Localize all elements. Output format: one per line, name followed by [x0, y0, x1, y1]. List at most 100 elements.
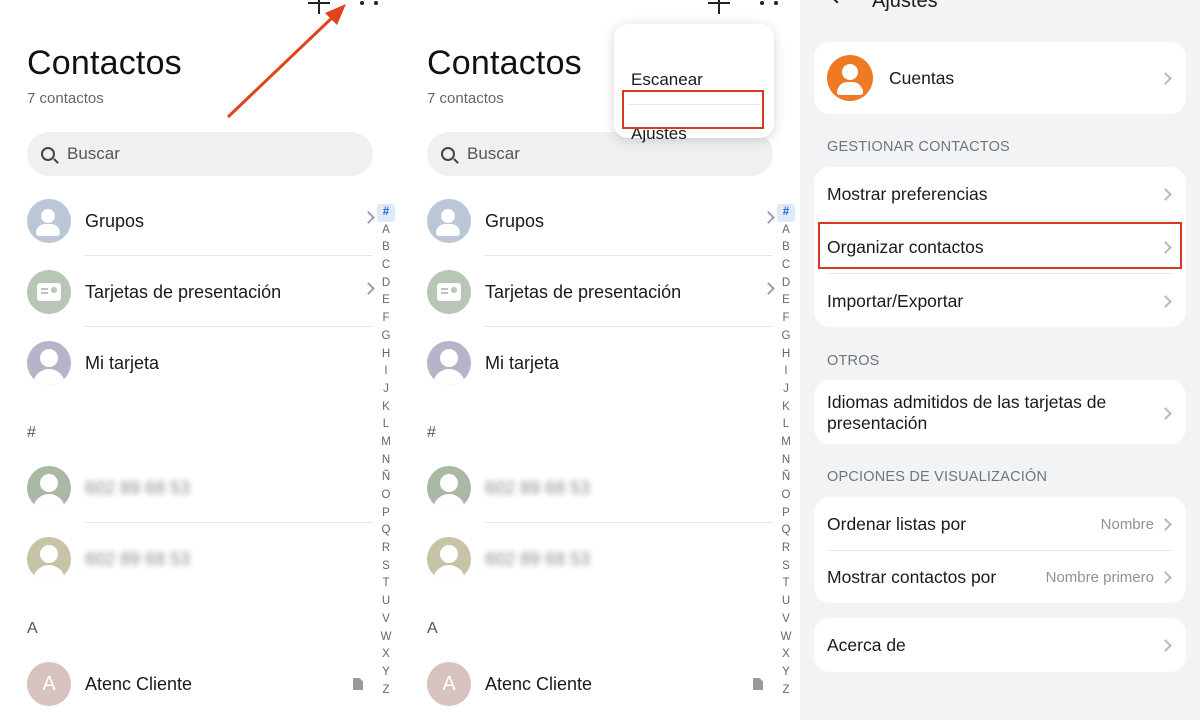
settings-item-show-contacts-by[interactable]: Mostrar contactos por Nombre primero [827, 564, 1172, 590]
index-letter[interactable]: G [777, 328, 795, 346]
list-item-business-cards[interactable]: Tarjetas de presentación [427, 269, 775, 315]
index-letter[interactable]: M [377, 434, 395, 452]
index-letter[interactable]: K [777, 399, 795, 417]
search-input[interactable]: Buscar [427, 132, 773, 176]
index-letter[interactable]: N [777, 452, 795, 470]
index-letter[interactable]: E [377, 292, 395, 310]
index-letter[interactable]: J [777, 381, 795, 399]
index-letter[interactable]: Z [777, 682, 795, 700]
annotation-arrow [226, 4, 346, 119]
index-letter[interactable]: C [377, 257, 395, 275]
index-letter[interactable]: W [777, 629, 795, 647]
index-letter[interactable]: F [777, 310, 795, 328]
settings-item-display-preferences[interactable]: Mostrar preferencias [827, 181, 1172, 207]
settings-item-label: Mostrar preferencias [827, 183, 988, 204]
index-letter[interactable]: F [377, 310, 395, 328]
index-letter[interactable]: X [777, 646, 795, 664]
settings-item-accounts[interactable]: Cuentas [827, 55, 1172, 101]
contact-row[interactable]: 602 89 68 53 [427, 465, 773, 511]
index-letter[interactable]: R [777, 540, 795, 558]
contact-name: 602 89 68 53 [85, 477, 191, 498]
avatar [427, 341, 471, 385]
index-letter[interactable]: W [377, 629, 395, 647]
index-letter[interactable]: V [777, 611, 795, 629]
index-letter[interactable]: G [377, 328, 395, 346]
index-letter[interactable]: V [377, 611, 395, 629]
index-letter[interactable]: P [377, 505, 395, 523]
index-letter[interactable]: H [377, 346, 395, 364]
index-letter[interactable]: R [377, 540, 395, 558]
list-item-groups[interactable]: Grupos [427, 198, 775, 244]
contact-row[interactable]: A Atenc Cliente [427, 661, 773, 707]
search-input[interactable]: Buscar [27, 132, 373, 176]
back-arrow-icon[interactable] [828, 0, 850, 6]
avatar [27, 537, 71, 581]
section-header: OTROS [827, 353, 880, 369]
contact-name: 602 89 68 53 [485, 477, 591, 498]
index-letter[interactable]: L [777, 416, 795, 434]
add-contact-icon[interactable] [708, 0, 730, 14]
chevron-right-icon [1159, 187, 1172, 201]
list-item-business-cards[interactable]: Tarjetas de presentación [27, 269, 375, 315]
index-letter[interactable]: U [777, 593, 795, 611]
list-item-my-card[interactable]: Mi tarjeta [427, 340, 773, 386]
contact-row[interactable]: 602 89 68 53 [27, 536, 373, 582]
list-item-my-card[interactable]: Mi tarjeta [27, 340, 373, 386]
index-letter[interactable]: B [377, 239, 395, 257]
index-letter[interactable]: B [777, 239, 795, 257]
index-letter[interactable]: U [377, 593, 395, 611]
chevron-right-icon [1159, 406, 1172, 420]
index-letter[interactable]: L [377, 416, 395, 434]
index-letter[interactable]: E [777, 292, 795, 310]
list-item-groups[interactable]: Grupos [27, 198, 375, 244]
index-letter[interactable]: Ñ [777, 469, 795, 487]
contact-row[interactable]: 602 89 68 53 [427, 536, 773, 582]
chevron-right-icon [1159, 638, 1172, 652]
settings-item-card-languages[interactable]: Idiomas admitidos de las tarjetas de pre… [827, 391, 1172, 435]
index-letter[interactable]: N [377, 452, 395, 470]
alphabet-index[interactable]: # A B C D E F G H I J K L M N Ñ O P Q R S T U V W X Y Z [377, 204, 395, 699]
chevron-right-icon [362, 211, 375, 224]
index-letter[interactable]: I [777, 363, 795, 381]
index-letter[interactable]: S [777, 558, 795, 576]
index-letter[interactable]: D [777, 275, 795, 293]
index-letter[interactable]: K [377, 399, 395, 417]
index-letter[interactable]: J [377, 381, 395, 399]
index-letter[interactable]: M [777, 434, 795, 452]
settings-item-import-export[interactable]: Importar/Exportar [827, 288, 1172, 314]
index-letter[interactable]: A [777, 222, 795, 240]
index-letter[interactable]: H [777, 346, 795, 364]
about-card: Acerca de [814, 618, 1186, 672]
index-letter[interactable]: A [377, 222, 395, 240]
index-letter[interactable]: Q [777, 522, 795, 540]
index-letter[interactable]: O [377, 487, 395, 505]
index-letter[interactable]: I [377, 363, 395, 381]
index-letter[interactable]: T [377, 575, 395, 593]
index-letter[interactable]: X [377, 646, 395, 664]
index-letter[interactable]: Y [777, 664, 795, 682]
arrow-line [226, 12, 338, 119]
list-item-label: Grupos [85, 210, 145, 231]
alphabet-index[interactable]: # A B C D E F G H I J K L M N Ñ O P Q R S T U V W X Y Z [777, 204, 795, 699]
index-letter[interactable]: S [377, 558, 395, 576]
contact-row[interactable]: 602 89 68 53 [27, 465, 373, 511]
contact-row[interactable]: A Atenc Cliente [27, 661, 373, 707]
page-title: Contactos [427, 44, 582, 82]
index-letter[interactable]: T [777, 575, 795, 593]
index-letter[interactable]: O [777, 487, 795, 505]
list-item-label: Mi tarjeta [85, 352, 160, 373]
more-options-icon[interactable] [760, 1, 778, 5]
index-letter[interactable]: Q [377, 522, 395, 540]
settings-item-about[interactable]: Acerca de [827, 632, 1172, 658]
menu-item-scan[interactable]: Escanear [631, 70, 703, 90]
index-letter[interactable]: D [377, 275, 395, 293]
index-letter[interactable]: C [777, 257, 795, 275]
index-letter[interactable]: Ñ [377, 469, 395, 487]
index-letter[interactable]: # [777, 204, 795, 222]
divider [827, 273, 1172, 274]
settings-item-sort-by[interactable]: Ordenar listas por Nombre [827, 511, 1172, 537]
index-letter[interactable]: Y [377, 664, 395, 682]
index-letter[interactable]: Z [377, 682, 395, 700]
index-letter[interactable]: # [377, 204, 395, 222]
index-letter[interactable]: P [777, 505, 795, 523]
